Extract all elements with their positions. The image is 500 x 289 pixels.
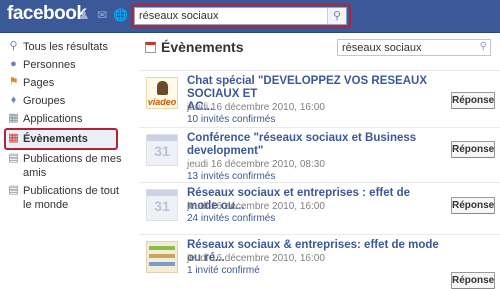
friend-requests-icon[interactable]: ♟ — [77, 9, 91, 22]
event-title-link[interactable]: Conférence "réseaux sociaux et Business … — [187, 132, 439, 158]
event-result: 31 Réseaux sociaux et entreprises : effe… — [139, 182, 500, 229]
event-thumbnail[interactable]: 31 — [146, 189, 178, 221]
sidebar-item-label: Applications — [23, 113, 83, 125]
sidebar-item-label: Personnes — [23, 59, 76, 71]
sidebar-item-groups[interactable]: ♦ Groupes — [0, 92, 130, 110]
sidebar-item-friends-posts[interactable]: ▤ Publications de mes amis — [0, 150, 130, 182]
event-attendees-link[interactable]: 24 invités confirmés — [187, 213, 275, 225]
photo-detail — [149, 246, 175, 250]
event-thumbnail[interactable]: 31 — [146, 134, 178, 166]
event-date: jeudi 16 décembre 2010, 08:30 — [187, 159, 325, 170]
results-header: Évènements ⚲ — [139, 34, 500, 60]
sidebar-item-pages[interactable]: ⚑ Pages — [0, 74, 130, 92]
calendar-icon: ▦ — [8, 132, 19, 144]
sidebar-item-label: Pages — [23, 77, 55, 89]
post-icon: ▤ — [8, 152, 19, 164]
calendar-day-number: 31 — [154, 143, 170, 159]
event-result: Réseaux sociaux & entreprises: effet de … — [139, 234, 500, 289]
calendar-icon — [145, 42, 156, 53]
magnifier-icon: ⚲ — [9, 40, 18, 52]
search-icon[interactable]: ⚲ — [480, 41, 487, 52]
search-icon[interactable]: ⚲ — [327, 8, 346, 24]
top-search-box: ⚲ — [134, 7, 347, 25]
group-icon: ♦ — [10, 94, 17, 106]
event-result: 31 Conférence "réseaux sociaux et Busine… — [139, 127, 500, 182]
event-date: jeudi 16 décembre 2010, 16:00 — [187, 253, 325, 264]
page-title: Évènements — [161, 39, 244, 55]
events-results-panel: Évènements ⚲ viadeo Chat spécial "DEVELO… — [139, 34, 500, 289]
sidebar-item-label: Publications de tout le monde — [23, 185, 120, 211]
photo-detail — [149, 254, 175, 258]
notifications-icon[interactable]: 🌐 — [113, 9, 128, 22]
calendar-header-bar — [147, 135, 177, 141]
sidebar-item-label: Évènements — [23, 133, 88, 145]
calendar-day-number: 31 — [154, 198, 170, 214]
sidebar-item-people[interactable]: ● Personnes — [0, 56, 130, 74]
top-bar: facebook ♟ ✉ 🌐 ⚲ — [0, 0, 500, 33]
event-result: viadeo Chat spécial "DEVELOPPEZ VOS RESE… — [139, 70, 500, 125]
event-thumbnail[interactable]: viadeo — [146, 77, 178, 109]
events-search-input[interactable] — [342, 41, 467, 54]
calendar-header-bar — [147, 190, 177, 196]
sidebar-item-events[interactable]: ▦ Évènements — [4, 128, 118, 150]
events-search-box: ⚲ — [337, 39, 491, 56]
event-title-line: development" — [187, 145, 264, 157]
respond-button[interactable]: Réponse — [451, 197, 495, 214]
sidebar-item-all-results[interactable]: ⚲ Tous les résultats — [0, 38, 130, 56]
event-date: jeudi 16 décembre 2010, 16:00 — [187, 102, 325, 113]
event-title-line: Chat spécial "DEVELOPPEZ VOS RESEAUX SOC… — [187, 75, 427, 100]
event-thumbnail[interactable] — [146, 241, 178, 273]
respond-button[interactable]: Réponse — [451, 92, 495, 109]
event-date: jeudi 16 décembre 2010, 16:00 — [187, 201, 325, 212]
sidebar-item-applications[interactable]: ▦ Applications — [0, 110, 130, 128]
event-attendees-link[interactable]: 10 invités confirmés — [187, 114, 275, 126]
event-title-line: Conférence "réseaux sociaux et Business — [187, 132, 417, 144]
page-icon: ⚑ — [8, 76, 19, 88]
respond-button[interactable]: Réponse — [451, 272, 495, 289]
facebook-logo[interactable]: facebook — [7, 3, 87, 25]
search-filter-sidebar: ⚲ Tous les résultats ● Personnes ⚑ Pages… — [0, 38, 130, 214]
top-search-input[interactable] — [139, 9, 319, 23]
event-attendees-link[interactable]: 1 invité confirmé — [187, 265, 260, 277]
person-figure-icon — [157, 81, 168, 95]
sidebar-item-everyone-posts[interactable]: ▤ Publications de tout le monde — [0, 182, 130, 214]
sidebar-item-label: Publications de mes amis — [23, 153, 122, 179]
messages-icon[interactable]: ✉ — [95, 9, 109, 22]
viadeo-logo-text: viadeo — [147, 97, 177, 107]
application-icon: ▦ — [8, 112, 19, 124]
photo-detail — [149, 262, 175, 266]
sidebar-item-label: Tous les résultats — [23, 41, 108, 53]
person-icon: ● — [10, 58, 17, 70]
sidebar-item-label: Groupes — [23, 95, 66, 107]
respond-button[interactable]: Réponse — [451, 141, 495, 158]
post-icon: ▤ — [8, 184, 19, 196]
